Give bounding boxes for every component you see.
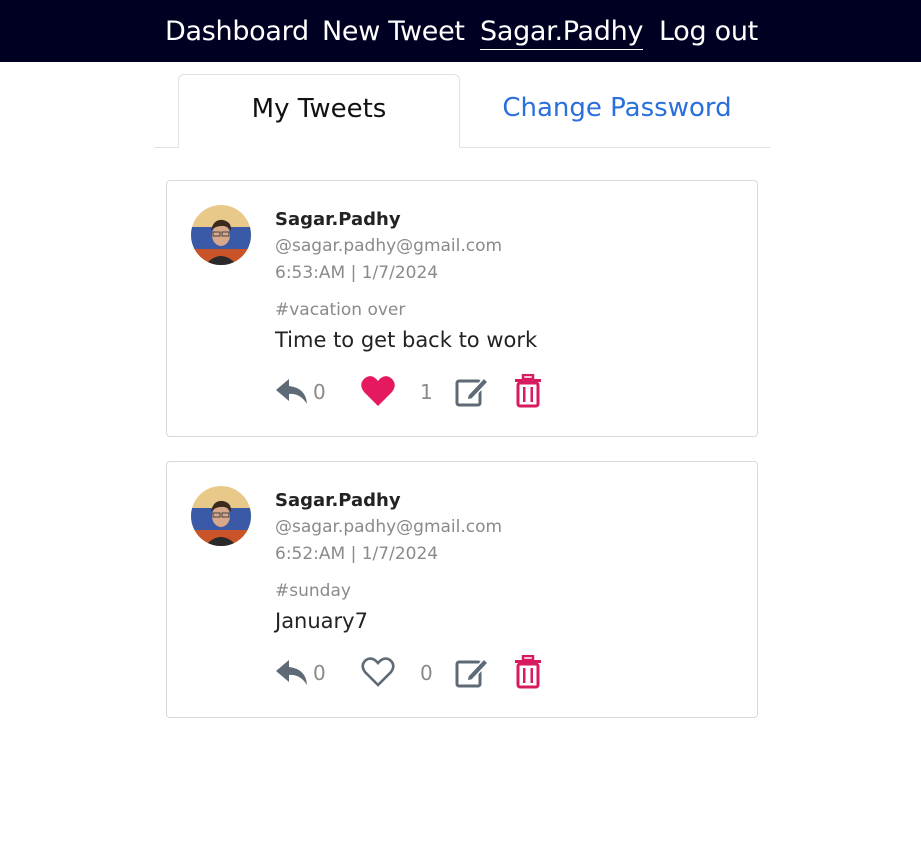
reply-count: 0 (313, 661, 326, 685)
tweet-author-name: Sagar.Padhy (275, 490, 401, 511)
like-count: 1 (420, 380, 433, 404)
tweet-actions: 0 1 (275, 373, 575, 412)
tab-change-password[interactable]: Change Password (464, 74, 770, 148)
reply-icon[interactable] (275, 655, 309, 693)
reply-icon[interactable] (275, 374, 309, 412)
reply-count: 0 (313, 380, 326, 404)
tweet-text: Time to get back to work (275, 328, 538, 352)
heart-outline-icon[interactable] (360, 655, 396, 693)
top-navbar: Dashboard New Tweet Sagar.Padhy Log out (0, 0, 921, 62)
tweet-actions: 0 0 (275, 654, 575, 693)
nav-dashboard-link[interactable]: Dashboard (165, 16, 309, 48)
tweet-author-handle: @sagar.padhy@gmail.com (275, 517, 503, 537)
avatar (191, 205, 251, 265)
tweet-text: January7 (275, 609, 368, 633)
edit-icon[interactable] (454, 655, 490, 693)
avatar (191, 486, 251, 546)
delete-trash-icon[interactable] (513, 654, 543, 693)
tab-my-tweets[interactable]: My Tweets (178, 74, 460, 148)
tweet-timestamp: 6:52:AM | 1/7/2024 (275, 544, 439, 564)
tweet-timestamp: 6:53:AM | 1/7/2024 (275, 263, 439, 283)
profile-tabs: My Tweets Change Password (154, 73, 770, 148)
tweet-card: Sagar.Padhy @sagar.padhy@gmail.com 6:52:… (166, 461, 758, 718)
nav-profile-link[interactable]: Sagar.Padhy (480, 16, 643, 50)
tweet-card: Sagar.Padhy @sagar.padhy@gmail.com 6:53:… (166, 180, 758, 437)
nav-logout-link[interactable]: Log out (659, 16, 758, 48)
delete-trash-icon[interactable] (513, 373, 543, 412)
heart-filled-icon[interactable] (360, 374, 396, 412)
tweet-hashtag: #vacation over (275, 300, 406, 320)
edit-icon[interactable] (454, 374, 490, 412)
tweet-author-name: Sagar.Padhy (275, 209, 401, 230)
tweet-author-handle: @sagar.padhy@gmail.com (275, 236, 503, 256)
like-count: 0 (420, 661, 433, 685)
nav-new-tweet-link[interactable]: New Tweet (322, 16, 465, 48)
tweet-hashtag: #sunday (275, 581, 351, 601)
